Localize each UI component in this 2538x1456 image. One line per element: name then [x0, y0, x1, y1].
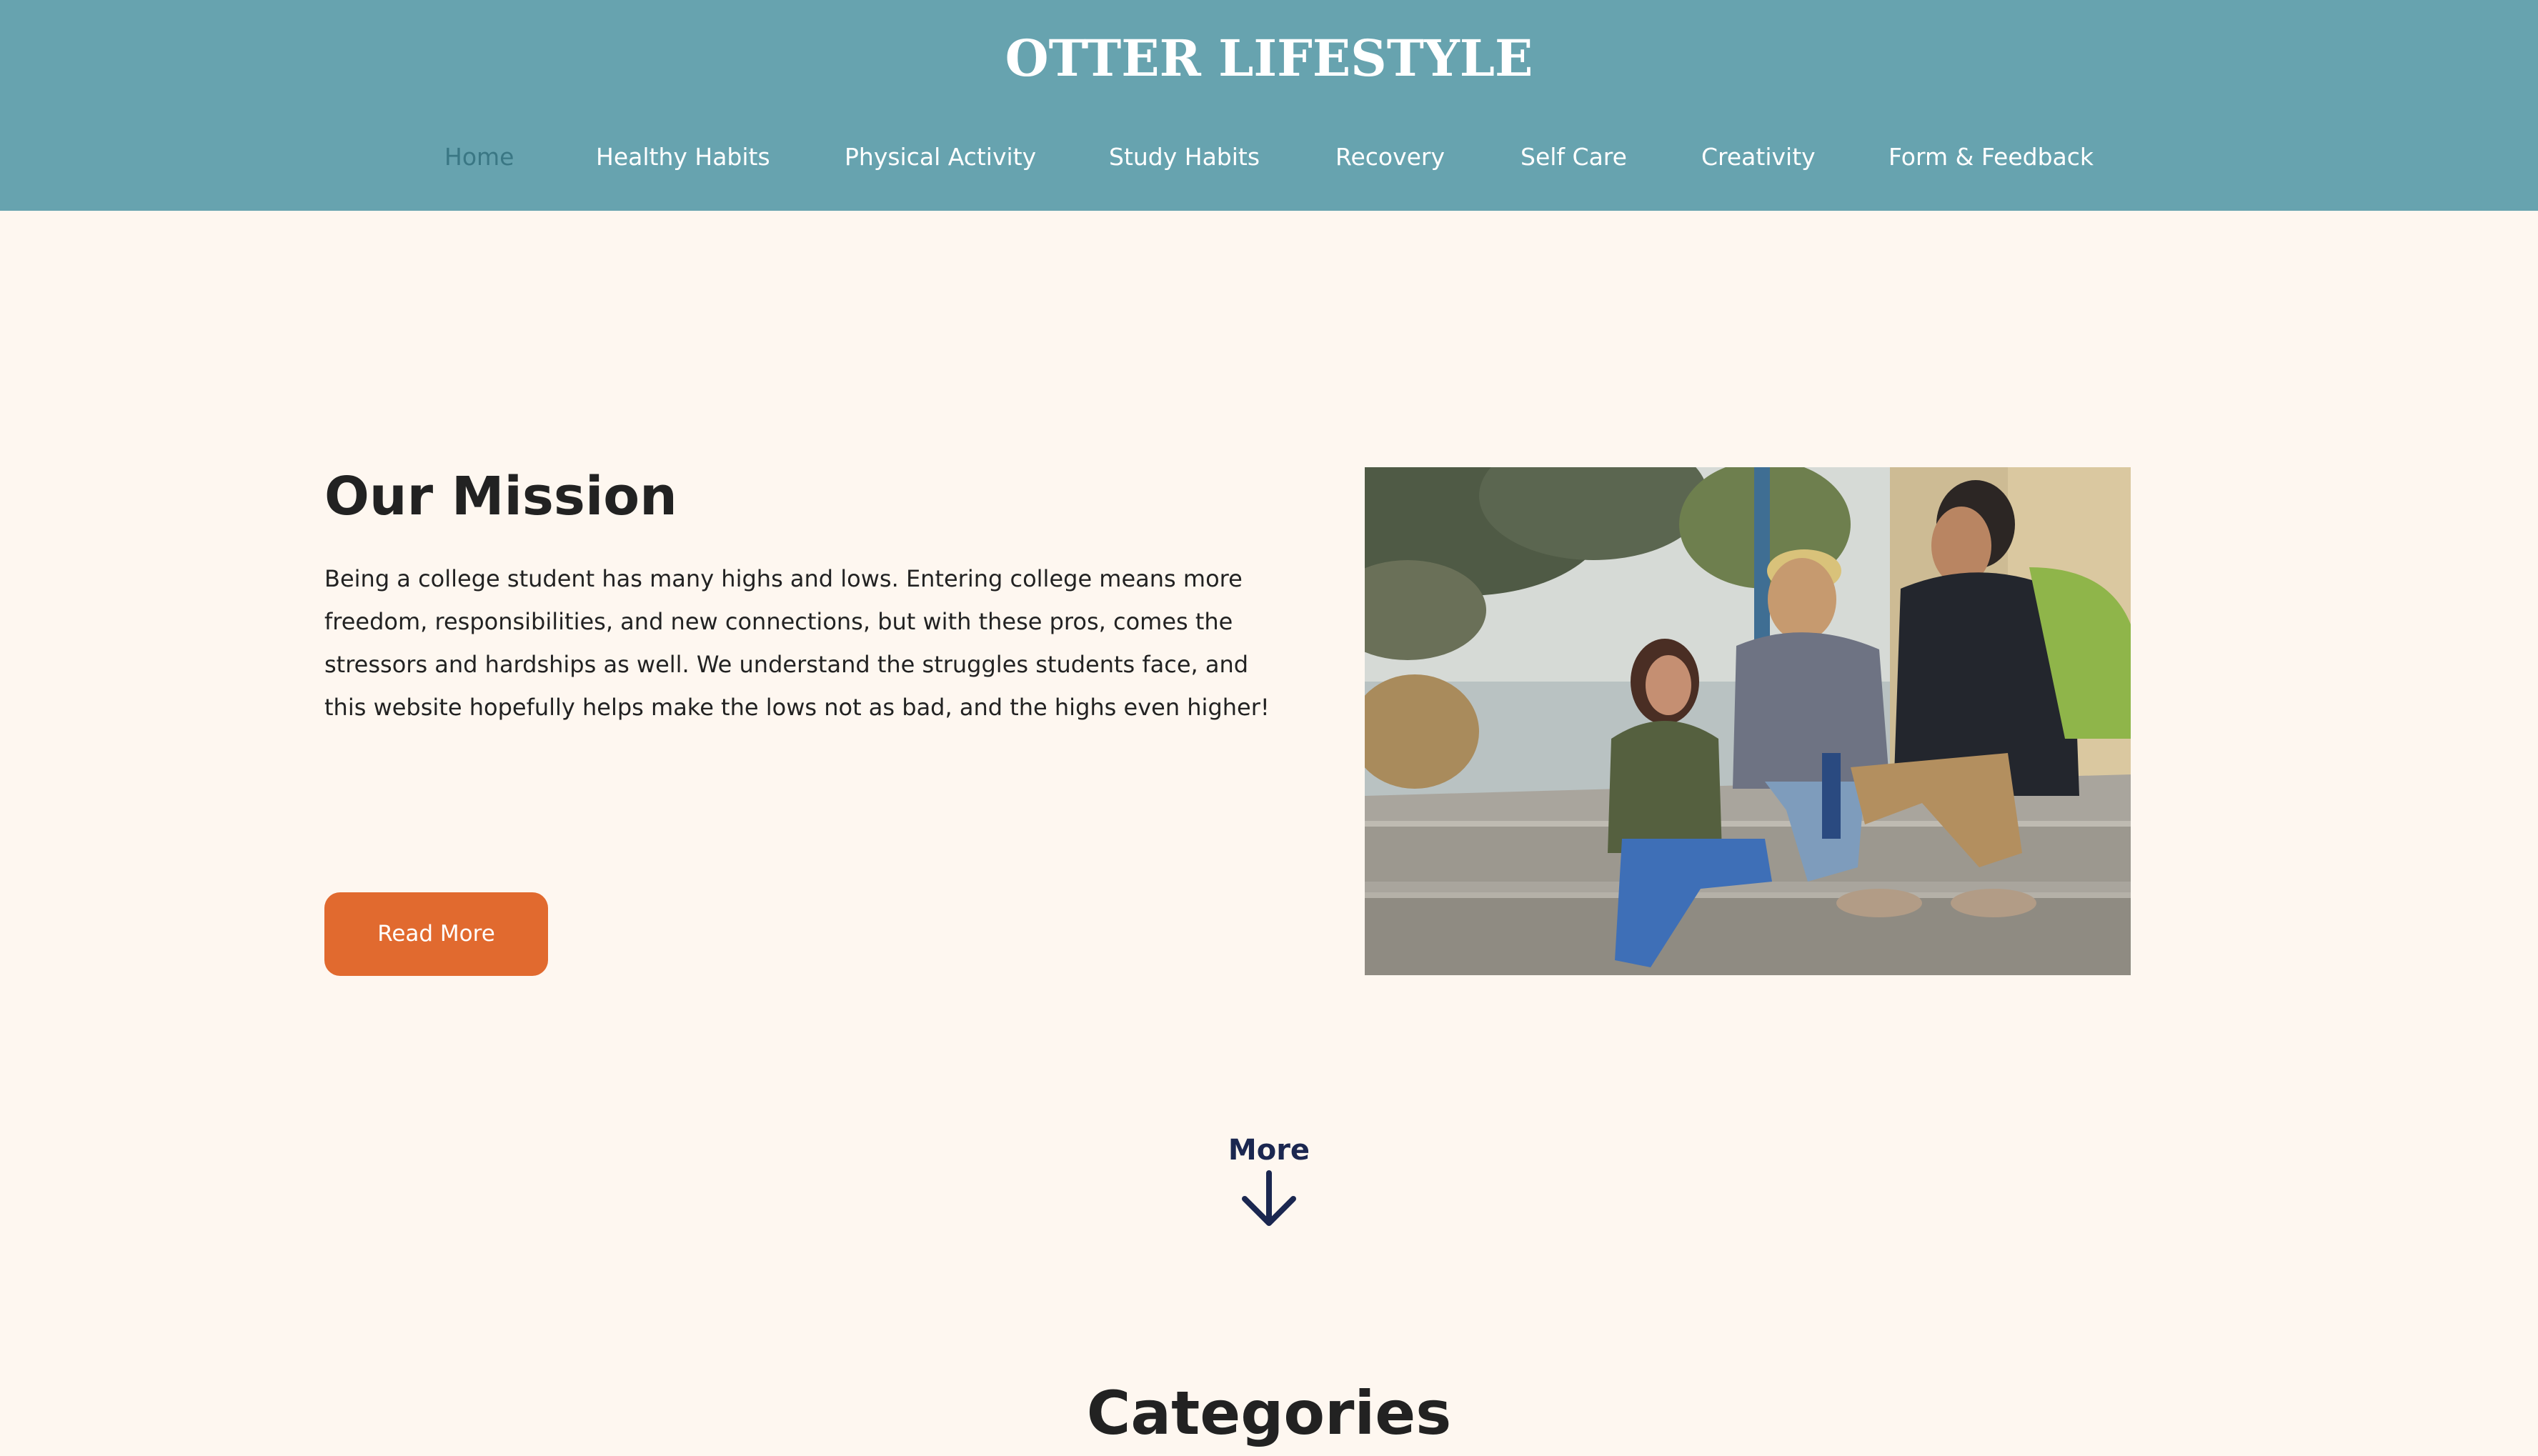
nav-item-self-care[interactable]: Self Care — [1521, 136, 1627, 179]
mission-text: Being a college student has many highs a… — [324, 565, 1270, 721]
nav-item-physical-activity[interactable]: Physical Activity — [845, 136, 1036, 179]
mission-title: Our Mission — [324, 466, 677, 527]
main-nav: Home Healthy Habits Physical Activity St… — [0, 136, 2538, 179]
nav-item-form-feedback[interactable]: Form & Feedback — [1888, 136, 2094, 179]
site-header: OTTER LIFESTYLE Home Healthy Habits Phys… — [0, 0, 2538, 211]
nav-item-recovery[interactable]: Recovery — [1335, 136, 1445, 179]
read-more-button[interactable]: Read More — [324, 892, 548, 976]
nav-item-study-habits[interactable]: Study Habits — [1109, 136, 1260, 179]
categories-title: Categories — [1086, 1378, 1452, 1448]
site-title[interactable]: OTTER LIFESTYLE — [0, 23, 2538, 94]
more-label[interactable]: More — [0, 1129, 2538, 1172]
nav-item-creativity[interactable]: Creativity — [1701, 136, 1816, 179]
nav-item-healthy-habits[interactable]: Healthy Habits — [596, 136, 770, 179]
students-photo — [1365, 467, 2131, 975]
arrow-down-icon[interactable] — [1239, 1170, 1299, 1227]
nav-item-home[interactable]: Home — [444, 136, 514, 179]
